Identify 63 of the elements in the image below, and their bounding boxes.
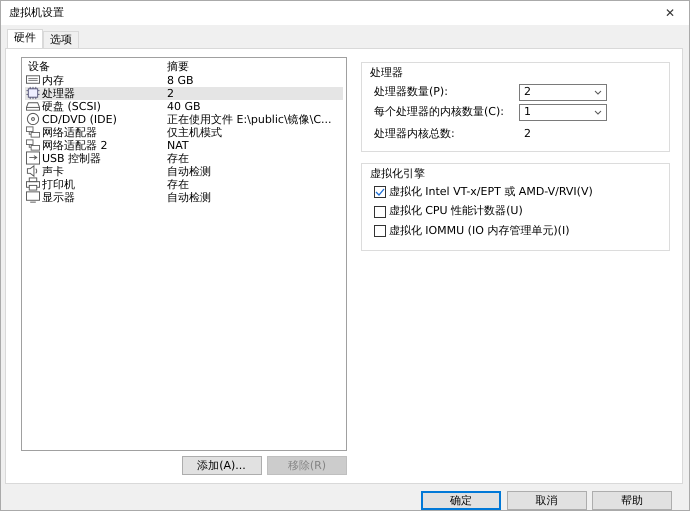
device-name: 打印机 bbox=[42, 178, 75, 191]
processor-chip-icon bbox=[25, 86, 41, 100]
disc-icon bbox=[25, 112, 41, 126]
device-summary: 8 GB bbox=[167, 74, 194, 87]
usb-icon bbox=[25, 151, 41, 166]
dropdown-value: 2 bbox=[524, 84, 531, 100]
monitor-icon bbox=[25, 190, 41, 204]
device-name: 处理器 bbox=[42, 86, 75, 100]
close-button[interactable]: ✕ bbox=[658, 4, 681, 22]
device-name: 网络适配器 bbox=[42, 126, 97, 139]
total-value: 2 bbox=[524, 126, 531, 142]
device-row[interactable]: 处理器 2 bbox=[25, 86, 343, 100]
device-summary: 自动检测 bbox=[167, 190, 211, 204]
device-row[interactable]: 硬盘 (SCSI) 40 GB bbox=[25, 100, 343, 113]
device-name: 硬盘 (SCSI) bbox=[42, 100, 101, 113]
device-row[interactable]: 打印机 存在 bbox=[25, 178, 343, 191]
device-name: 网络适配器 2 bbox=[42, 138, 108, 152]
device-row[interactable]: USB 控制器 存在 bbox=[25, 152, 343, 165]
add-button[interactable]: 添加(A)... bbox=[182, 456, 262, 475]
device-row[interactable]: 网络适配器 仅主机模式 bbox=[25, 126, 343, 139]
device-name: 显示器 bbox=[42, 190, 75, 204]
chevron-down-icon bbox=[594, 90, 602, 95]
field-label: 每个处理器的内核数量(C): bbox=[374, 104, 505, 120]
checkbox-label: 虚拟化 IOMMU (IO 内存管理单元)(I) bbox=[388, 222, 570, 239]
tab[interactable]: 选项 bbox=[43, 30, 79, 48]
checkbox-label: 虚拟化 Intel VT-x/EPT 或 AMD-V/RVI(V) bbox=[388, 184, 593, 200]
field-label: 处理器内核总数: bbox=[374, 126, 456, 142]
device-summary: 仅主机模式 bbox=[167, 126, 222, 139]
device-summary: 自动检测 bbox=[167, 164, 211, 178]
network-adapter-icon bbox=[25, 138, 41, 152]
chevron-down-icon bbox=[594, 110, 602, 115]
device-name: USB 控制器 bbox=[42, 152, 102, 165]
field-label: 处理器数量(P): bbox=[374, 84, 449, 100]
device-name: 内存 bbox=[42, 74, 64, 87]
checkbox[interactable] bbox=[374, 224, 386, 237]
checkbox[interactable] bbox=[374, 206, 386, 218]
device-summary: NAT bbox=[167, 138, 189, 152]
tab[interactable]: 硬件 bbox=[7, 28, 43, 48]
window-title: 虚拟机设置 bbox=[9, 4, 64, 21]
device-summary: 2 bbox=[167, 86, 174, 100]
column-header: 设备 bbox=[26, 60, 51, 73]
device-row[interactable]: 声卡 自动检测 bbox=[25, 164, 343, 178]
device-name: CD/DVD (IDE) bbox=[42, 112, 117, 126]
device-summary: 存在 bbox=[167, 152, 189, 165]
network-adapter-icon bbox=[25, 125, 41, 140]
dropdown[interactable]: 2 bbox=[519, 84, 607, 101]
dropdown-value: 1 bbox=[524, 104, 531, 120]
checkbox[interactable] bbox=[374, 186, 386, 198]
dialog-button[interactable]: 取消 bbox=[506, 491, 586, 510]
device-row[interactable]: 显示器 自动检测 bbox=[25, 190, 343, 204]
device-row[interactable]: 内存 8 GB bbox=[25, 74, 343, 87]
device-summary: 存在 bbox=[167, 178, 189, 191]
dropdown[interactable]: 1 bbox=[519, 104, 607, 121]
dialog-button[interactable]: 帮助 bbox=[592, 491, 672, 510]
column-header: 摘要 bbox=[167, 60, 189, 73]
checkbox-label: 虚拟化 CPU 性能计数器(U) bbox=[388, 203, 523, 220]
printer-icon bbox=[25, 177, 41, 192]
device-row[interactable]: CD/DVD (IDE) 正在使用文件 E:\public\镜像\C... bbox=[25, 112, 343, 126]
device-summary: 正在使用文件 E:\public\镜像\C... bbox=[167, 112, 332, 126]
device-name: 声卡 bbox=[42, 164, 64, 178]
device-summary: 40 GB bbox=[167, 100, 201, 113]
dialog-button[interactable]: 确定 bbox=[421, 491, 501, 510]
device-row[interactable]: 网络适配器 2 NAT bbox=[25, 138, 343, 152]
